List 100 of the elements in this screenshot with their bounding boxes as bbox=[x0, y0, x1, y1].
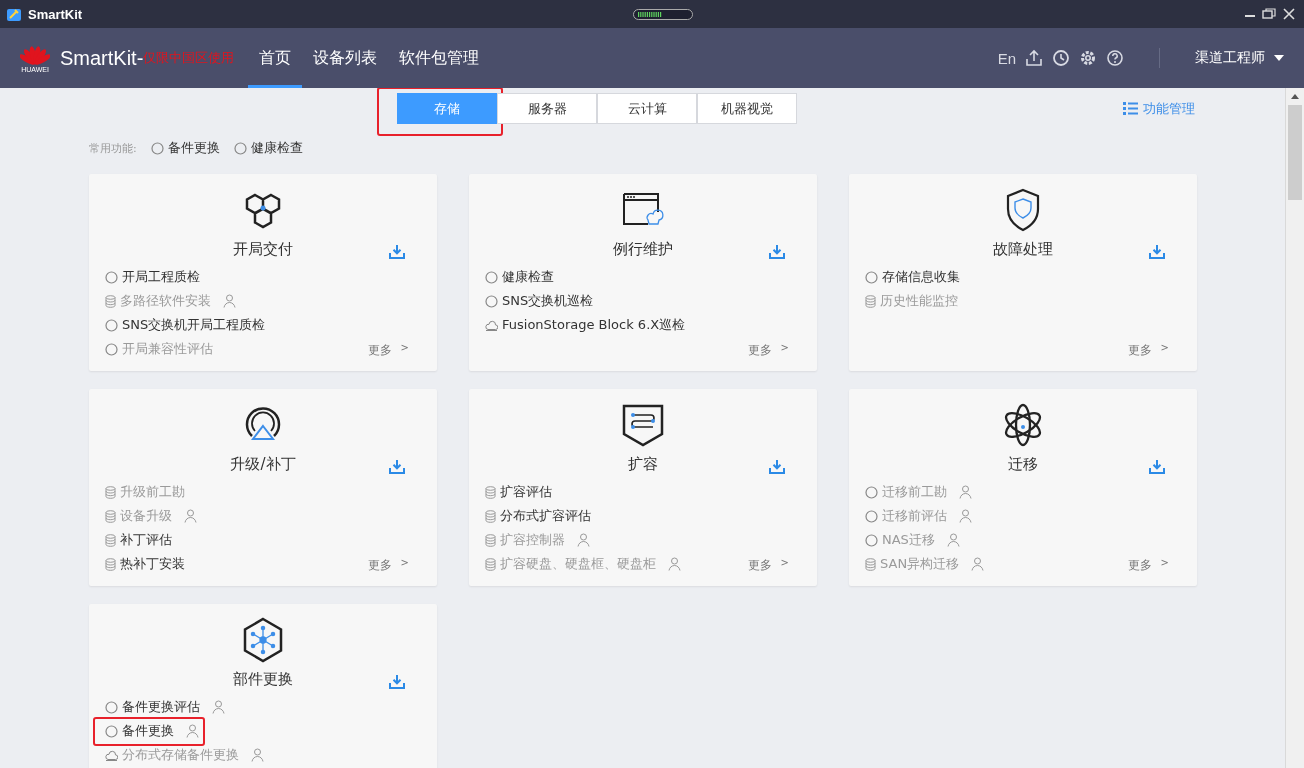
download-icon[interactable] bbox=[769, 459, 785, 474]
flower-logo-icon bbox=[20, 43, 50, 66]
restore-icon[interactable] bbox=[1262, 8, 1276, 20]
more-arrow[interactable]: > bbox=[1160, 557, 1169, 574]
circle-icon bbox=[865, 533, 878, 547]
feature-link[interactable]: 开局工程质检 bbox=[122, 268, 200, 286]
clock-icon[interactable] bbox=[1052, 49, 1070, 67]
more-link[interactable]: 更多 bbox=[1127, 342, 1152, 359]
common-function-link[interactable]: 备件更换 bbox=[167, 139, 220, 157]
database-icon bbox=[485, 509, 496, 523]
card-title: 升级/补丁 bbox=[230, 455, 296, 474]
feature-link[interactable]: 备件更换 bbox=[122, 722, 174, 740]
category-tab[interactable]: 服务器 bbox=[497, 93, 597, 124]
list-icon[interactable] bbox=[1123, 102, 1138, 115]
close-icon[interactable] bbox=[1282, 8, 1296, 20]
card-title: 例行维护 bbox=[613, 240, 673, 259]
person-icon bbox=[251, 748, 264, 762]
help-icon[interactable] bbox=[1106, 49, 1124, 67]
nav-tab[interactable]: 首页 bbox=[248, 28, 303, 88]
common-functions-label: 常用功能: bbox=[89, 140, 137, 156]
circle-icon bbox=[865, 270, 878, 284]
download-icon[interactable] bbox=[769, 244, 785, 259]
circle-icon bbox=[105, 270, 118, 284]
database-icon bbox=[105, 557, 116, 571]
download-icon[interactable] bbox=[1149, 244, 1165, 259]
person-icon bbox=[223, 294, 236, 308]
circle-icon bbox=[865, 509, 878, 523]
database-icon bbox=[485, 557, 496, 571]
person-icon bbox=[946, 533, 960, 547]
download-icon[interactable] bbox=[389, 674, 405, 689]
person-icon bbox=[184, 509, 197, 523]
category-tab[interactable]: 存储 bbox=[397, 93, 497, 124]
circle-icon bbox=[485, 270, 498, 284]
language-button[interactable]: En bbox=[997, 49, 1016, 67]
person-icon bbox=[186, 724, 199, 738]
more-link[interactable]: 更多 bbox=[747, 342, 772, 359]
more-arrow[interactable]: > bbox=[1160, 342, 1169, 359]
circle-icon bbox=[105, 318, 118, 332]
feature-link[interactable]: 热补丁安装 bbox=[120, 555, 185, 573]
scrollbar-thumb[interactable] bbox=[1288, 105, 1302, 200]
window-title: SmartKit bbox=[28, 6, 83, 22]
brand-note: 仅限中国区使用 bbox=[143, 49, 235, 67]
feature-link[interactable]: 健康检查 bbox=[502, 268, 554, 286]
more-link[interactable]: 更多 bbox=[367, 557, 392, 574]
signal-meter-drawing bbox=[633, 8, 694, 20]
more-link[interactable]: 更多 bbox=[1127, 557, 1152, 574]
circle-icon bbox=[233, 141, 247, 155]
database-icon bbox=[105, 485, 116, 499]
nav-tab[interactable]: 设备列表 bbox=[302, 28, 389, 88]
person-icon bbox=[668, 557, 681, 571]
settings-icon[interactable] bbox=[1079, 49, 1097, 67]
download-icon[interactable] bbox=[389, 459, 405, 474]
more-arrow[interactable]: > bbox=[780, 342, 789, 359]
database-icon bbox=[485, 485, 496, 499]
feature-link[interactable]: SNS交换机开局工程质检 bbox=[122, 316, 266, 334]
person-icon bbox=[577, 533, 590, 547]
app-icon bbox=[6, 6, 22, 22]
circle-icon bbox=[865, 485, 878, 499]
feature-link[interactable]: 扩容评估 bbox=[500, 483, 552, 501]
circle-icon bbox=[485, 294, 498, 308]
card-title: 扩容 bbox=[628, 455, 658, 474]
card-title: 部件更换 bbox=[233, 670, 293, 689]
circle-icon bbox=[105, 700, 118, 714]
feature-link[interactable]: 备件更换评估 bbox=[122, 698, 200, 716]
category-tab[interactable]: 云计算 bbox=[597, 93, 697, 124]
more-link[interactable]: 更多 bbox=[747, 557, 772, 574]
person-icon bbox=[212, 700, 225, 714]
database-icon bbox=[105, 294, 116, 308]
more-arrow[interactable]: > bbox=[400, 342, 409, 359]
feature-management-link[interactable]: 功能管理 bbox=[1143, 99, 1195, 118]
database-icon bbox=[865, 294, 876, 308]
person-icon bbox=[959, 485, 972, 499]
feature-link[interactable]: 补丁评估 bbox=[120, 531, 172, 549]
download-icon[interactable] bbox=[389, 244, 405, 259]
brand-name: SmartKit- bbox=[60, 46, 144, 70]
feature-link[interactable]: SNS交换机巡检 bbox=[502, 292, 594, 310]
circle-icon bbox=[105, 342, 118, 356]
more-link[interactable]: 更多 bbox=[367, 342, 392, 359]
card-title: 故障处理 bbox=[993, 240, 1053, 259]
nav-tab[interactable]: 软件包管理 bbox=[388, 28, 491, 88]
circle-icon bbox=[105, 724, 118, 738]
person-icon bbox=[959, 509, 972, 523]
cloud-icon bbox=[485, 319, 498, 331]
download-icon[interactable] bbox=[1149, 459, 1165, 474]
more-arrow[interactable]: > bbox=[400, 557, 409, 574]
common-function-link[interactable]: 健康检查 bbox=[250, 139, 303, 157]
more-arrow[interactable]: > bbox=[780, 557, 789, 574]
cloud-icon bbox=[105, 749, 118, 761]
database-icon bbox=[105, 533, 116, 547]
feature-link[interactable]: 分布式扩容评估 bbox=[500, 507, 591, 525]
user-menu[interactable]: 渠道工程师 bbox=[1195, 49, 1265, 67]
category-tab[interactable]: 机器视觉 bbox=[697, 93, 797, 124]
feature-link[interactable]: FusionStorage Block 6.X巡检 bbox=[502, 316, 686, 334]
upload-icon[interactable] bbox=[1025, 49, 1043, 67]
card-title: 迁移 bbox=[1008, 455, 1038, 474]
circle-icon bbox=[150, 141, 164, 155]
database-icon bbox=[105, 509, 116, 523]
dropdown-caret-icon[interactable] bbox=[1274, 55, 1284, 61]
feature-link[interactable]: 存储信息收集 bbox=[882, 268, 960, 286]
card-title: 开局交付 bbox=[233, 240, 293, 259]
